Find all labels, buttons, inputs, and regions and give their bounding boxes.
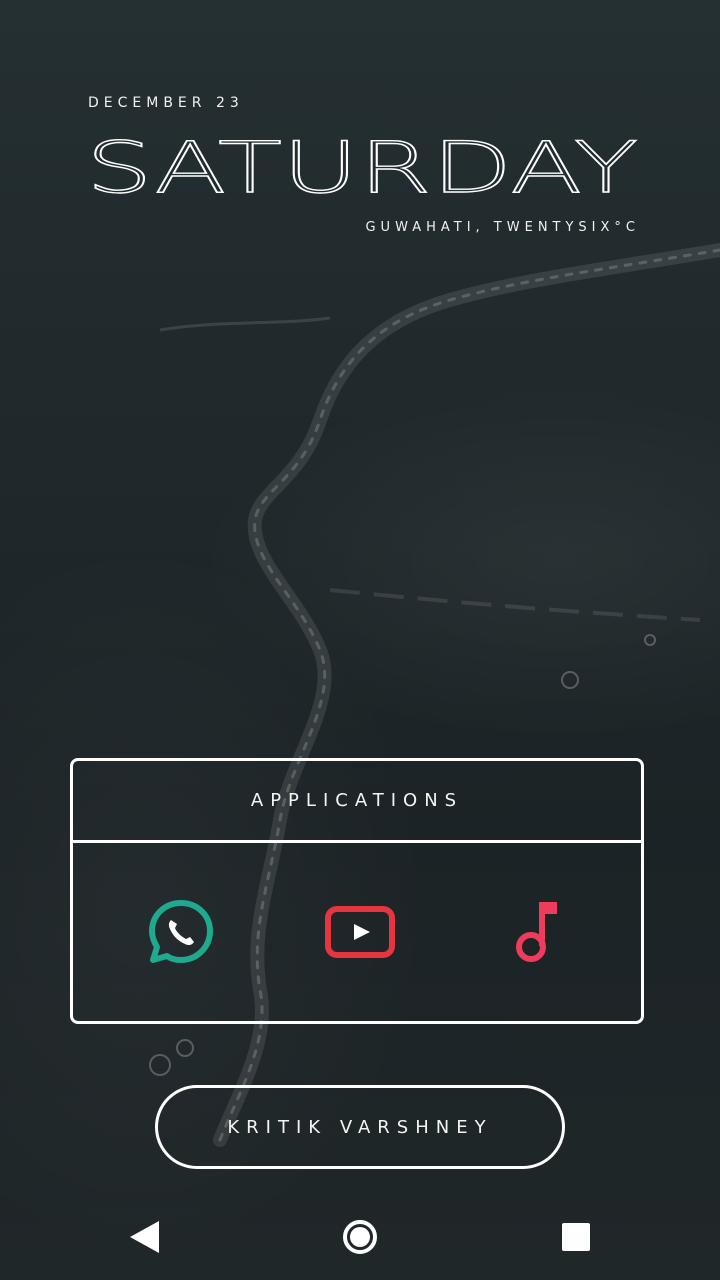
recents-square-icon: [562, 1223, 590, 1251]
youtube-icon: [325, 906, 395, 958]
music-note-icon: [516, 902, 557, 962]
whatsapp-icon: [149, 900, 213, 963]
home-screen: DECEMBER 23 SATURDAY GUWAHATI, TWENTYSIX…: [0, 0, 720, 1280]
profile-name: KRITIK VARSHNEY: [227, 1116, 493, 1138]
nav-home-button[interactable]: [336, 1213, 384, 1261]
nav-recents-button[interactable]: [552, 1213, 600, 1261]
music-app-button[interactable]: [503, 896, 575, 968]
whatsapp-app-button[interactable]: [145, 896, 217, 968]
date-label: DECEMBER 23: [88, 95, 244, 111]
applications-title: APPLICATIONS: [250, 790, 464, 811]
back-triangle-icon: [130, 1221, 159, 1253]
day-title: SATURDAY: [86, 136, 638, 194]
profile-pill-button[interactable]: KRITIK VARSHNEY: [155, 1085, 565, 1169]
weather-label: GUWAHATI, TWENTYSIX°C: [365, 220, 640, 235]
applications-header: APPLICATIONS: [73, 761, 641, 843]
youtube-app-button[interactable]: [324, 896, 396, 968]
nav-back-button[interactable]: [120, 1213, 168, 1261]
home-circle-icon: [343, 1220, 377, 1254]
day-title-text: SATURDAY: [86, 136, 638, 194]
applications-card: APPLICATIONS: [70, 758, 644, 1024]
